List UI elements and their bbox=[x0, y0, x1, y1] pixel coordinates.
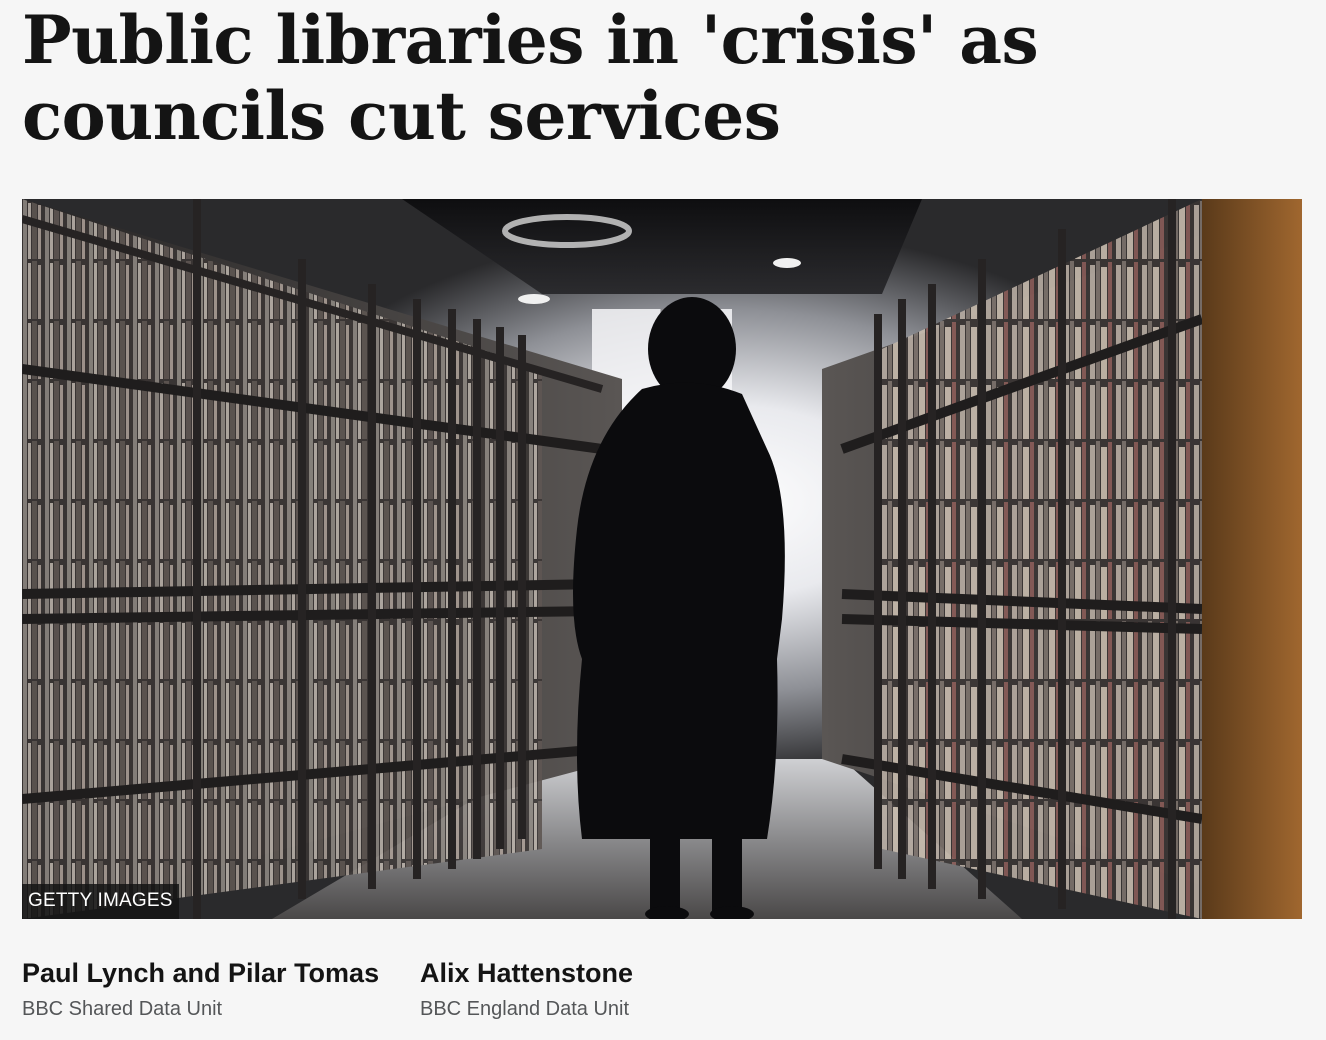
hero-image: GETTY IMAGES bbox=[22, 199, 1302, 919]
byline-author-1: Paul Lynch and Pilar Tomas BBC Shared Da… bbox=[22, 956, 379, 1023]
article-headline: Public libraries in 'crisis' as councils… bbox=[22, 1, 1039, 155]
author-unit: BBC Shared Data Unit bbox=[22, 998, 223, 1020]
library-photo-illustration bbox=[22, 199, 1302, 919]
image-credit: GETTY IMAGES bbox=[22, 884, 179, 919]
byline-author-2: Alix Hattenstone BBC England Data Unit bbox=[420, 956, 633, 1023]
author-unit: BBC England Data Unit bbox=[420, 998, 630, 1020]
author-name[interactable]: Paul Lynch and Pilar Tomas bbox=[22, 956, 379, 990]
author-name[interactable]: Alix Hattenstone bbox=[420, 956, 633, 990]
